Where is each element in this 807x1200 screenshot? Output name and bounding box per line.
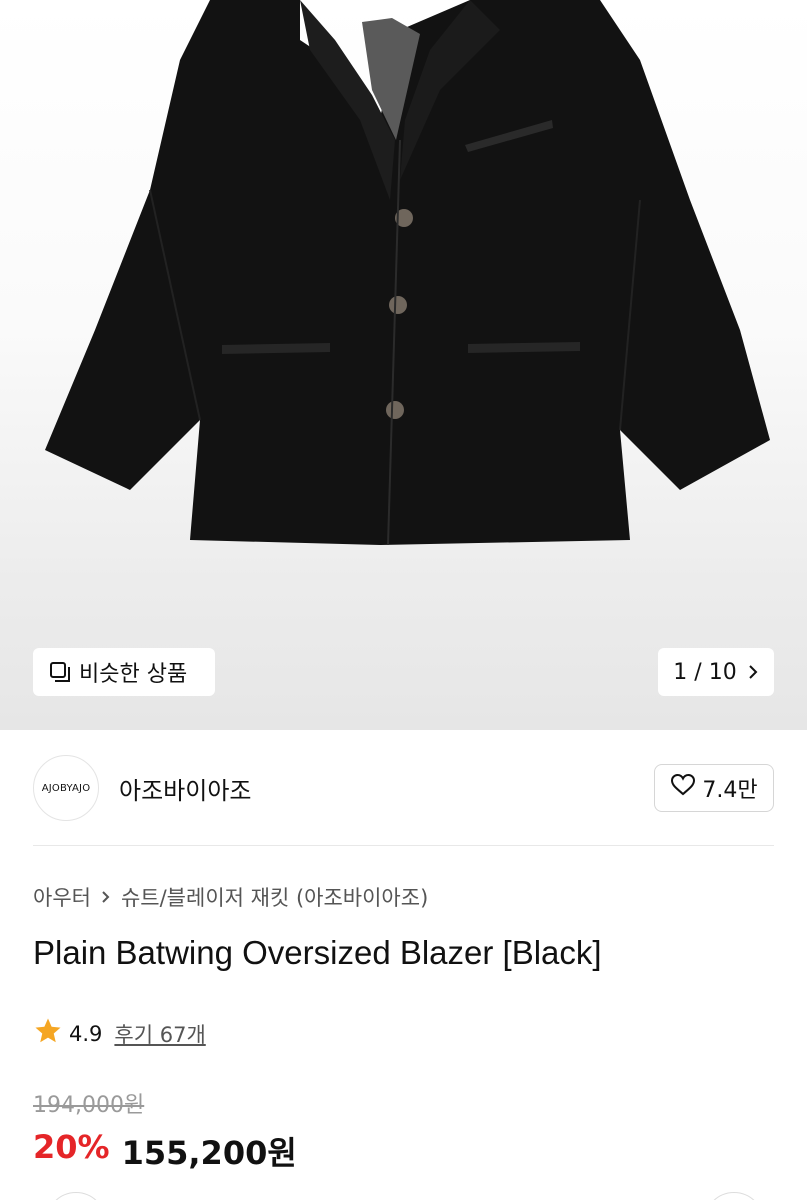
breadcrumb-subcategory[interactable]: 슈트/블레이저 재킷 (아조바이아조) (121, 882, 428, 912)
sale-price: 155,200원 (121, 1134, 297, 1172)
shop-logo[interactable]: AJOBYAJO (33, 755, 99, 821)
shop-info-row: AJOBYAJO 아조바이아조 7.4만 (33, 755, 774, 821)
shop-logo-text: AJOBYAJO (41, 782, 91, 794)
chevron-right-icon (747, 664, 759, 680)
rating-row[interactable]: 4.9 후기 67개 (33, 1016, 206, 1051)
original-price: 194,000원 (33, 1093, 145, 1118)
product-image-carousel[interactable]: 비슷한 상품 1 / 10 (0, 0, 807, 730)
breadcrumb-category[interactable]: 아우터 (33, 882, 91, 912)
divider (33, 845, 774, 846)
heart-icon (670, 773, 696, 803)
rating-score: 4.9 (69, 1021, 103, 1046)
like-button[interactable]: 7.4만 (654, 764, 774, 812)
partial-circle-button[interactable] (46, 1192, 106, 1200)
blazer-product-image (45, 0, 770, 546)
image-counter-text: 1 / 10 (673, 659, 737, 685)
sale-price-row: 20% 155,200원 (33, 1128, 297, 1174)
shop-name[interactable]: 아조바이아조 (119, 771, 251, 806)
image-counter-button[interactable]: 1 / 10 (658, 648, 774, 696)
partial-circle-button[interactable] (704, 1192, 764, 1200)
similar-products-label: 비슷한 상품 (79, 662, 188, 687)
star-icon (33, 1016, 63, 1051)
review-count-link[interactable]: 후기 67개 (114, 1019, 205, 1049)
similar-products-button[interactable]: 비슷한 상품 (33, 648, 215, 696)
similar-items-icon (49, 661, 71, 683)
breadcrumb: 아우터 슈트/블레이저 재킷 (아조바이아조) (33, 882, 428, 912)
chevron-right-icon (101, 885, 111, 909)
like-count: 7.4만 (702, 778, 758, 803)
product-title: Plain Batwing Oversized Blazer [Black] (33, 934, 602, 971)
discount-rate: 20% (33, 1128, 110, 1166)
